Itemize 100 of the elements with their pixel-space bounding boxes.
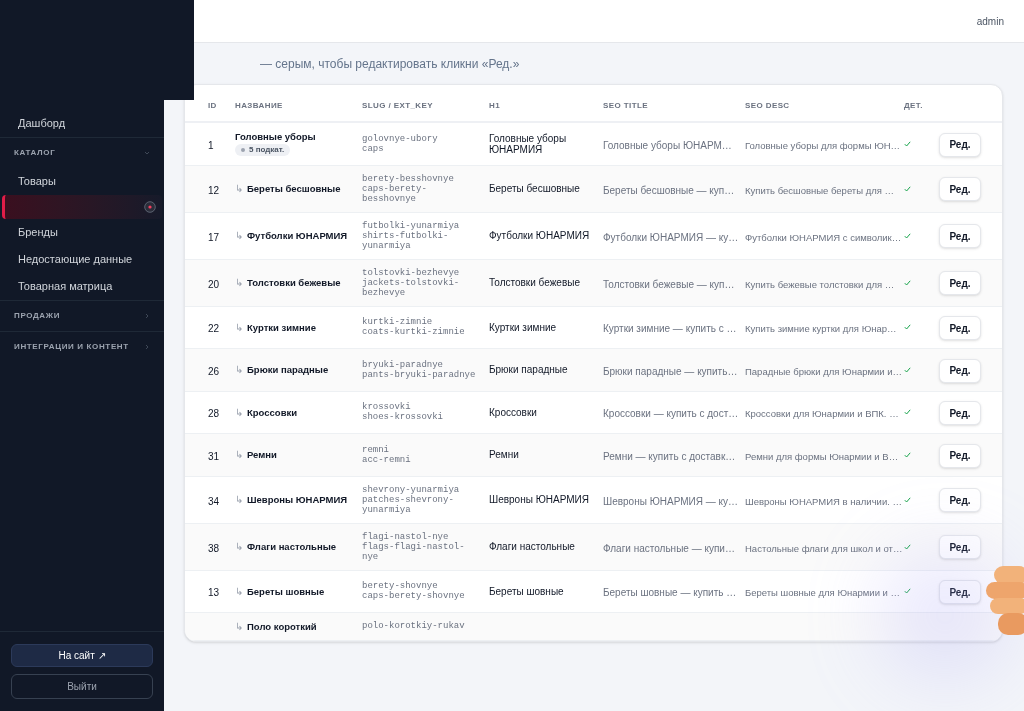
column-header: НАЗВАНИЕ	[235, 101, 283, 110]
category-name: ↳ Шевроны ЮНАРМИЯ	[235, 494, 349, 505]
seo-desc-cell: Купить зимние куртки для Юнар…	[745, 323, 897, 335]
slug-text: remni	[362, 444, 390, 455]
seo-desc-cell: Парадные брюки для Юнармии и…	[745, 365, 903, 377]
edit-button[interactable]: Ред.	[939, 271, 981, 296]
site-button[interactable]: На сайт ↗	[11, 644, 153, 667]
seo-title-cell: Флаги настольные — купи…	[603, 542, 735, 554]
category-name: ↳ Ремни	[235, 449, 278, 461]
seo-title-cell: Толстовки бежевые — куп…	[603, 278, 735, 290]
seo-title-cell: Шевроны ЮНАРМИЯ — ку…	[603, 495, 738, 507]
section-heading[interactable]: КАТАЛОГ	[14, 147, 56, 159]
column-header: ДЕТ.	[904, 101, 923, 110]
seo-desc-cell: Кроссовки для Юнармии и ВПК. …	[745, 408, 899, 420]
section-heading[interactable]: ИНТЕГРАЦИИ И КОНТЕНТ	[14, 341, 129, 353]
seo-desc-cell: Купить бесшовные береты для …	[745, 184, 895, 196]
slug-text: krossovki	[362, 402, 411, 413]
category-name: ↳ Береты шовные	[235, 585, 326, 597]
ext-key-text: jackets-tolstovki-bezhevye	[362, 277, 461, 298]
nav-item[interactable]: Дашборд	[0, 110, 164, 137]
edit-button[interactable]: Ред.	[939, 316, 981, 340]
ext-key-text: shoes-krossovki	[362, 412, 444, 423]
seo-desc-cell: Головные уборы для формы ЮН…	[745, 139, 901, 151]
edit-button[interactable]: Ред.	[939, 443, 981, 468]
slug-text: bryuki-paradnye	[362, 359, 444, 370]
edit-button[interactable]: Ред.	[939, 224, 981, 249]
seo-title-cell: Футболки ЮНАРМИЯ — ку…	[603, 231, 739, 243]
seo-title-cell: Береты бесшовные — куп…	[603, 184, 735, 196]
edit-button[interactable]: Ред.	[939, 401, 981, 425]
h1-cell-text: Ремни	[489, 449, 520, 461]
seo-desc-cell: Береты шовные для Юнармии и …	[745, 587, 901, 599]
slug-text: flagi-nastol-nye	[362, 531, 449, 542]
seo-title-cell: Береты шовные — купить …	[603, 587, 737, 599]
seo-desc-cell: Шевроны ЮНАРМИЯ в наличии. …	[745, 495, 902, 507]
seo-desc-cell: Купить бежевые толстовки для …	[745, 278, 895, 290]
nav-item[interactable]: Бренды	[0, 219, 164, 246]
category-name: ↳ Береты бесшовные	[235, 183, 342, 194]
id-cell: 20	[208, 278, 220, 290]
logout-button[interactable]: Выйти	[11, 674, 153, 699]
id-cell: 26	[208, 365, 220, 377]
h1-cell-text: Брюки парадные	[489, 364, 569, 376]
h1-cell-text: Футболки ЮНАРМИЯ	[489, 230, 591, 241]
slug-text: futbolki-yunarmiya	[362, 220, 461, 231]
category-name: ↳ Флаги настольные	[235, 541, 338, 552]
category-name: ↳ Футболки ЮНАРМИЯ	[235, 230, 349, 241]
edit-button[interactable]: Ред.	[939, 535, 981, 560]
id-cell: 12	[208, 184, 220, 196]
slug-text: berety-besshovnye	[362, 173, 455, 184]
h1-cell-text: Шевроны ЮНАРМИЯ	[489, 494, 590, 505]
slug-text: tolstovki-bezhevye	[362, 267, 461, 278]
edit-button[interactable]: Ред.	[939, 177, 981, 202]
ext-key-text: pants-bryuki-paradnye	[362, 369, 477, 380]
h1-cell-text: Кроссовки	[489, 406, 538, 418]
seo-title-cell: Куртки зимние — купить с …	[603, 323, 737, 335]
category-name: ↳ Куртки зимние	[235, 321, 317, 333]
id-cell: 17	[208, 231, 220, 243]
h1-cell-text: Толстовки бежевые	[489, 277, 581, 288]
ext-key-text: coats-kurtki-zimnie	[362, 327, 466, 338]
id-cell: 31	[208, 450, 220, 462]
subcategory-badge: 5 подкат.	[235, 144, 291, 157]
slug-text: kurtki-zimnie	[362, 317, 433, 328]
ext-key-text: acc-remni	[362, 454, 412, 465]
h1-cell-text: Береты шовные	[489, 585, 565, 597]
notice-text: — серым, чтобы редактировать кликни «Ред.»	[260, 55, 520, 73]
user-name[interactable]: admin	[976, 13, 1004, 29]
nav-item[interactable]: Товарная матрица	[0, 273, 164, 300]
id-cell: 22	[208, 323, 220, 335]
seo-title-cell: Брюки парадные — купить…	[603, 365, 738, 377]
seo-title-cell: Ремни — купить с доставк…	[603, 450, 736, 462]
column-header: ID	[208, 101, 217, 110]
slug-text: polo-korotkiy-rukav	[362, 621, 466, 631]
h1-cell-text: Флаги настольные	[489, 541, 576, 552]
category-name: ↳ Поло короткий	[235, 621, 318, 632]
seo-title-cell: Кроссовки — купить с дост…	[603, 408, 739, 420]
id-cell: 38	[208, 542, 220, 554]
column-header: SLUG / EXT_KEY	[362, 101, 433, 110]
edit-button[interactable]: Ред.	[939, 488, 981, 513]
ext-key-text: caps-berety-besshovnye	[362, 183, 427, 204]
edit-button[interactable]: Ред.	[939, 132, 981, 157]
seo-desc-cell: Ремни для формы Юнармии и В…	[745, 450, 899, 462]
column-header: SEO TITLE	[603, 101, 648, 110]
category-name: ↳ Брюки парадные	[235, 364, 330, 376]
id-cell: 28	[208, 408, 220, 420]
seo-desc-cell: Футболки ЮНАРМИЯ с символик…	[745, 231, 902, 243]
edit-button[interactable]: Ред.	[939, 580, 981, 604]
ext-key-text: flags-flagi-nastol-nye	[362, 541, 466, 562]
edit-button[interactable]: Ред.	[939, 358, 981, 383]
id-cell: 34	[208, 495, 220, 507]
seo-title-cell: Головные уборы ЮНАРМ…	[603, 139, 732, 151]
nav-item[interactable]: Недостающие данные	[0, 246, 164, 273]
nav-item[interactable]: Товары	[0, 168, 164, 195]
category-name: ↳ Толстовки бежевые	[235, 277, 342, 288]
section-heading[interactable]: ПРОДАЖИ	[14, 310, 61, 322]
slug-text: shevrony-yunarmiya	[362, 484, 461, 495]
h1-cell-text: Береты бесшовные	[489, 183, 581, 194]
ext-key-text: caps-berety-shovnye	[362, 591, 466, 602]
h1-cell-text: Головные уборы ЮНАРМИЯ	[489, 132, 568, 155]
ext-key-text: patches-shevrony-yunarmiya	[362, 494, 454, 515]
id-cell: 1	[208, 139, 214, 151]
ext-key-text: caps	[362, 143, 385, 154]
